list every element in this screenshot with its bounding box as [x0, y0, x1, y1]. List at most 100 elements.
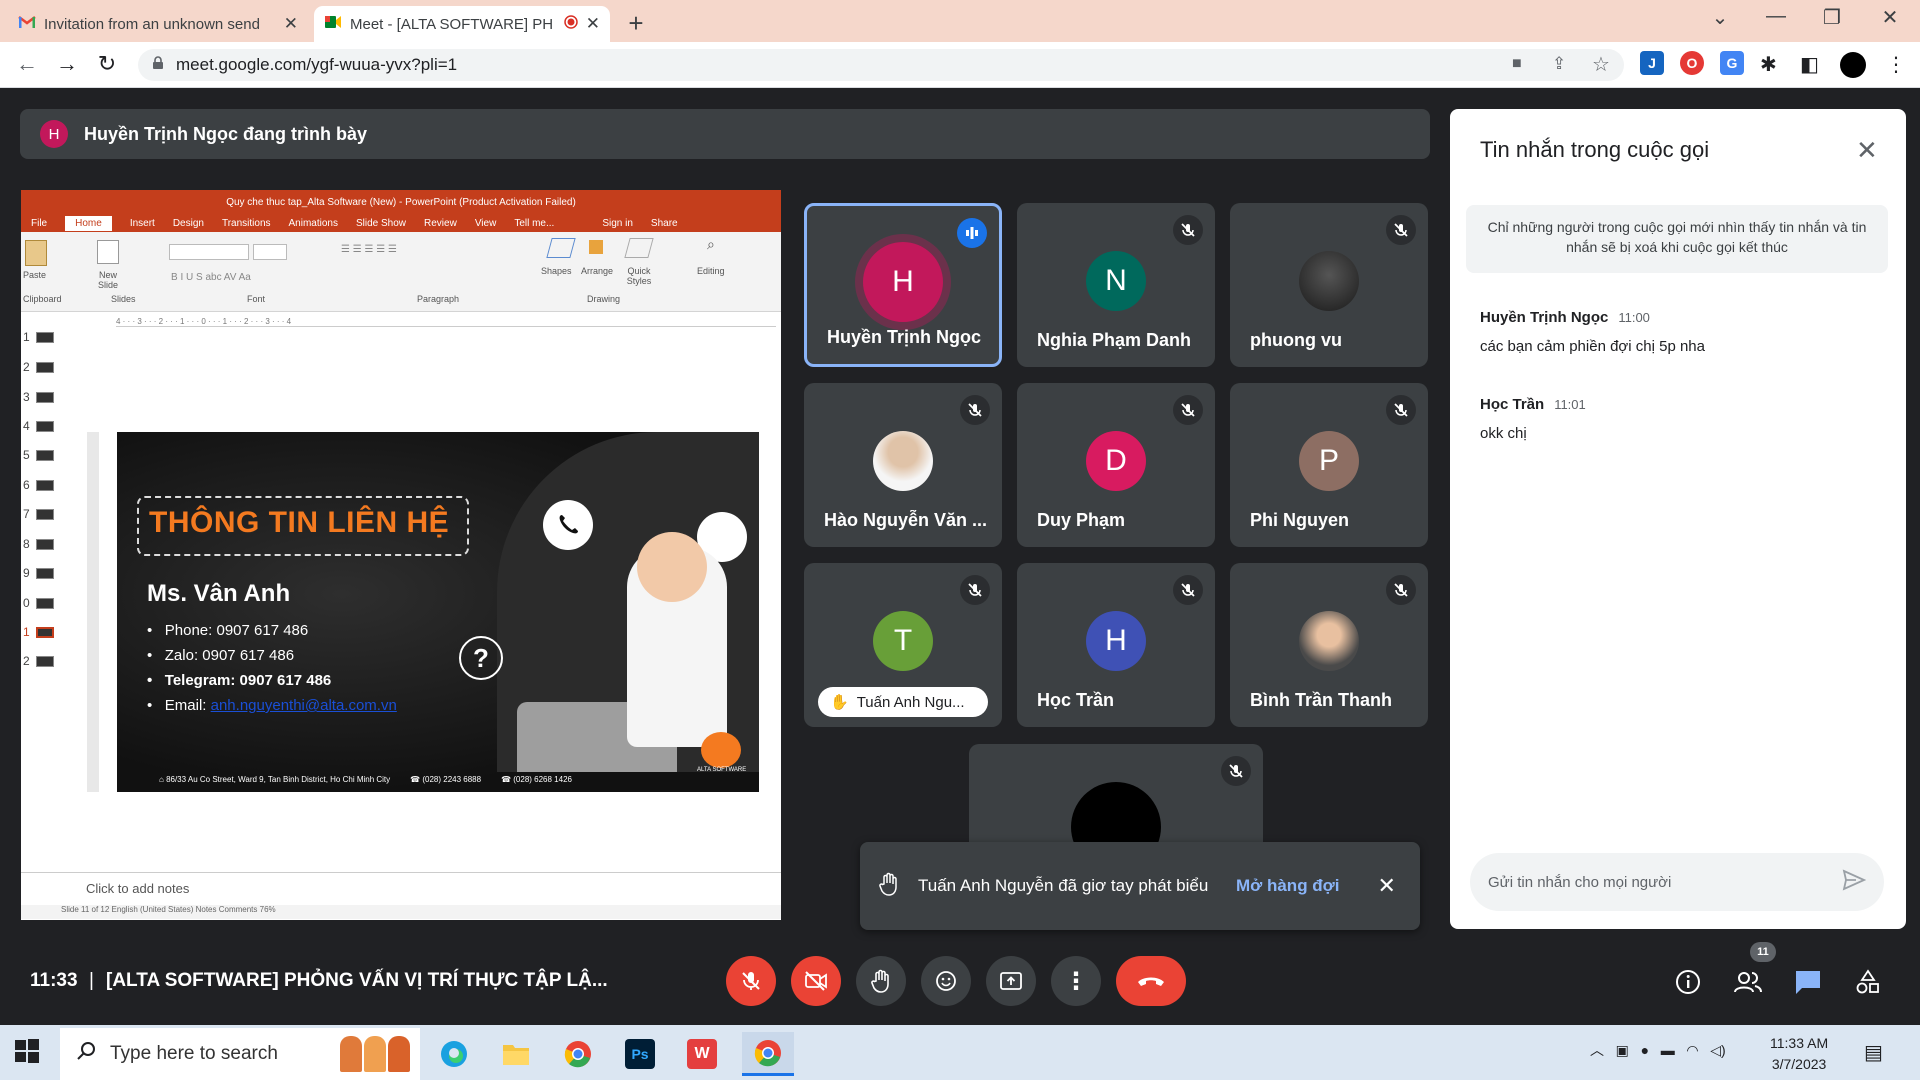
slide-thumb[interactable]: 7 — [23, 507, 54, 521]
chrome-icon[interactable] — [556, 1032, 600, 1076]
send-icon[interactable] — [1842, 869, 1867, 895]
file-explorer-icon[interactable] — [494, 1032, 538, 1076]
wps-office-icon[interactable]: W — [680, 1032, 724, 1076]
extension-translate-icon[interactable]: G — [1720, 51, 1744, 75]
ppt-share[interactable]: Share — [651, 218, 678, 229]
people-button[interactable] — [1730, 964, 1766, 1000]
slide-thumb-selected[interactable]: 1 — [23, 625, 54, 639]
ppt-tab-animations[interactable]: Animations — [289, 218, 338, 229]
ppt-tab-file[interactable]: File — [31, 218, 47, 229]
raise-hand-button[interactable] — [856, 956, 906, 1006]
ppt-tab-review[interactable]: Review — [424, 218, 457, 229]
tray-chevron-icon[interactable]: ︿ — [1590, 1042, 1604, 1058]
edge-browser-icon[interactable] — [432, 1032, 476, 1076]
participant-tile[interactable]: Hào Nguyễn Văn ... — [804, 383, 1002, 547]
new-tab-button[interactable]: + — [618, 8, 654, 39]
participant-tile[interactable]: D Duy Phạm — [1017, 383, 1215, 547]
ppt-tell-me[interactable]: Tell me... — [514, 218, 554, 229]
participant-tile[interactable]: H Huyền Trịnh Ngọc — [804, 203, 1002, 367]
close-tab-icon[interactable]: ✕ — [284, 14, 298, 34]
camera-toggle-button[interactable] — [791, 956, 841, 1006]
slide-thumb[interactable]: 0 — [23, 596, 54, 610]
participant-tile[interactable]: phuong vu — [1230, 203, 1428, 367]
email-link[interactable]: anh.nguyenthi@alta.com.vn — [211, 697, 397, 714]
tab-gmail[interactable]: Invitation from an unknown send ✕ — [8, 6, 308, 42]
chrome-active-icon[interactable] — [742, 1032, 794, 1076]
participant-tile[interactable] — [969, 744, 1263, 844]
ppt-tab-transitions[interactable]: Transitions — [222, 218, 271, 229]
ppt-sign-in[interactable]: Sign in — [602, 218, 633, 229]
restore-icon[interactable]: ❐ — [1812, 5, 1852, 30]
extensions-puzzle-icon[interactable]: ✱ — [1760, 52, 1777, 77]
volume-icon[interactable]: ◁) — [1710, 1042, 1725, 1058]
reactions-button[interactable] — [921, 956, 971, 1006]
font-size-field[interactable] — [253, 244, 287, 260]
profile-avatar[interactable] — [1840, 52, 1866, 78]
tab-meet[interactable]: Meet - [ALTA SOFTWARE] PH ✕ — [314, 6, 610, 42]
quick-styles-icon[interactable] — [624, 238, 654, 258]
slide-thumb[interactable]: 9 — [23, 566, 54, 580]
slide-thumb[interactable]: 5 — [23, 448, 54, 462]
find-icon[interactable]: ⌕ — [707, 236, 715, 253]
shapes-icon[interactable] — [546, 238, 576, 258]
close-tab-icon[interactable]: ✕ — [586, 14, 600, 34]
more-options-button[interactable]: ⋮ — [1051, 956, 1101, 1006]
camera-indicator-icon[interactable]: ■ — [1512, 55, 1522, 73]
shared-screen-powerpoint[interactable]: Quy che thuc tap_Alta Software (New) - P… — [21, 190, 781, 920]
battery-icon[interactable]: ▬ — [1661, 1042, 1675, 1058]
font-format-buttons[interactable]: B I U S abc AV Aa — [171, 272, 251, 283]
forward-icon[interactable]: → — [52, 51, 82, 77]
minimize-icon[interactable]: — — [1756, 5, 1796, 28]
slide-thumb[interactable]: 3 — [23, 390, 54, 404]
extension-j-icon[interactable]: J — [1640, 51, 1664, 75]
new-slide-icon[interactable] — [97, 240, 119, 264]
ppt-tab-home[interactable]: Home — [65, 215, 112, 231]
participant-tile[interactable]: T ✋ Tuấn Anh Ngu... — [804, 563, 1002, 727]
chat-close-icon[interactable]: ✕ — [1856, 135, 1878, 166]
participant-tile[interactable]: H Học Trần — [1017, 563, 1215, 727]
arrange-icon[interactable] — [589, 240, 603, 254]
slide-thumb[interactable]: 2 — [23, 360, 54, 374]
extension-opera-icon[interactable]: O — [1680, 51, 1704, 75]
notifications-icon[interactable]: ▤ — [1864, 1040, 1883, 1065]
ppt-tab-slideshow[interactable]: Slide Show — [356, 218, 406, 229]
ppt-tab-design[interactable]: Design — [173, 218, 204, 229]
activities-button[interactable] — [1850, 964, 1886, 1000]
ppt-notes[interactable]: Click to add notes — [21, 872, 781, 904]
sidepanel-icon[interactable]: ◧ — [1800, 52, 1819, 77]
window-close-icon[interactable]: ✕ — [1870, 5, 1910, 30]
meeting-info-button[interactable] — [1670, 964, 1706, 1000]
participant-tile[interactable]: Bình Trần Thanh — [1230, 563, 1428, 727]
paragraph-buttons[interactable]: ☰ ☰ ☰ ☰ ☰ — [341, 244, 397, 255]
slide-thumb[interactable]: 6 — [23, 478, 54, 492]
tab-search-icon[interactable]: ⌄ — [1700, 5, 1740, 30]
mic-toggle-button[interactable] — [726, 956, 776, 1006]
taskbar-search[interactable]: Type here to search — [60, 1028, 420, 1080]
photoshop-icon[interactable]: Ps — [618, 1032, 662, 1076]
open-queue-button[interactable]: Mở hàng đợi — [1236, 876, 1340, 896]
chat-input[interactable]: Gửi tin nhắn cho mọi người — [1470, 853, 1884, 911]
wifi-icon[interactable]: ◠ — [1686, 1042, 1698, 1058]
slide-thumb[interactable]: 2 — [23, 654, 54, 668]
taskbar-clock[interactable]: 11:33 AM 3/7/2023 — [1770, 1033, 1828, 1075]
end-call-button[interactable] — [1116, 956, 1186, 1006]
present-button[interactable] — [986, 956, 1036, 1006]
participant-tile[interactable]: P Phi Nguyen — [1230, 383, 1428, 547]
slide-thumb[interactable]: 8 — [23, 537, 54, 551]
slide-thumb[interactable]: 4 — [23, 419, 54, 433]
browser-menu-icon[interactable]: ⋮ — [1886, 52, 1906, 77]
bookmark-star-icon[interactable]: ☆ — [1592, 52, 1610, 77]
toast-close-icon[interactable]: ✕ — [1378, 873, 1396, 899]
address-bar[interactable]: meet.google.com/ygf-wuua-yvx?pli=1 — [138, 49, 1624, 81]
ppt-tab-view[interactable]: View — [475, 218, 497, 229]
tray-device-icon[interactable]: ▣ — [1616, 1042, 1629, 1058]
participant-tile[interactable]: N Nghia Phạm Danh — [1017, 203, 1215, 367]
ppt-tab-insert[interactable]: Insert — [130, 218, 155, 229]
slide-thumb[interactable]: 1 — [23, 330, 54, 344]
tray-mic-icon[interactable]: ● — [1641, 1042, 1649, 1058]
windows-start-icon[interactable] — [14, 1038, 40, 1069]
font-name-field[interactable] — [169, 244, 249, 260]
reload-icon[interactable]: ↻ — [92, 51, 122, 77]
back-icon[interactable]: ← — [12, 51, 42, 77]
chat-button[interactable] — [1790, 964, 1826, 1000]
